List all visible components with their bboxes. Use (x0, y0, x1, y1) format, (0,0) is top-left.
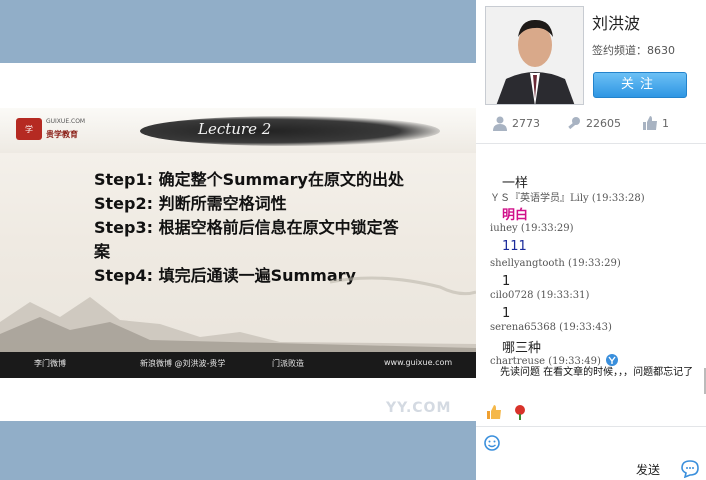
mountain-painting (0, 276, 476, 352)
chat-message-text: 先读问题 在看文章的时候，，，问题都忘记了 (500, 367, 694, 378)
chat-message-text: 1 (502, 274, 511, 289)
footer-item: www.guixue.com (384, 358, 453, 367)
thumbs-up-icon[interactable] (486, 404, 502, 420)
chat-message-meta: shellyangtooth (19:33:29) (490, 258, 621, 269)
stat-value: 1 (662, 116, 669, 130)
slide-header: 学 GUIXUE.COM 贵学教育 Lecture 2 (0, 108, 476, 153)
logo-name: 贵学教育 (46, 130, 78, 139)
lecture-title: Lecture 2 (198, 120, 272, 138)
stat-tools: 22605 (566, 114, 621, 132)
panel-divider (476, 143, 706, 144)
stat-people: 2773 (492, 114, 540, 132)
wrench-icon (568, 117, 580, 130)
yy-watermark: YY.COM (386, 400, 452, 416)
channel-number: 签约频道：8630 (592, 44, 675, 57)
emoji-icon[interactable] (484, 435, 502, 453)
video-bottom-background (0, 421, 476, 480)
stat-value: 22605 (586, 116, 621, 130)
person-icon (493, 116, 507, 131)
step-3: Step3: 根据空格前后信息在原文中锁定答案 (94, 218, 399, 261)
side-panel: 刘洪波 签约频道：8630 关注 2773 22605 1 一样 ＹＳ『英语学员… (476, 0, 706, 480)
chat-input-area[interactable]: 发送 (476, 426, 706, 480)
stat-value: 2773 (512, 116, 540, 130)
teacher-avatar[interactable] (485, 6, 584, 105)
chat-message-text: 111 (502, 239, 527, 254)
chat-toolbar (476, 400, 706, 424)
avatar-image (486, 7, 583, 104)
follow-button[interactable]: 关注 (593, 72, 687, 98)
chat-message-text: 1 (502, 306, 511, 321)
flower-icon[interactable] (512, 404, 528, 420)
teacher-name: 刘洪波 (592, 14, 641, 33)
logo-domain: GUIXUE.COM (46, 118, 86, 125)
chat-message-meta: cilo0728 (19:33:31) (490, 290, 590, 301)
footer-item: 李门微博 (34, 359, 66, 368)
chat-message-meta: ＹＳ『英语学员』Lily (19:33:28) (490, 193, 645, 204)
ink-brush-stroke (140, 116, 440, 146)
video-top-background (0, 0, 476, 63)
verified-badge-icon (606, 354, 619, 366)
chat-bubble-icon[interactable] (681, 460, 699, 478)
stat-likes: 1 (642, 114, 669, 132)
logo-badge: 学 (16, 118, 42, 140)
thumbs-up-icon (643, 116, 657, 130)
chat-message-meta: iuhey (19:33:29) (490, 223, 574, 234)
slide-footer: 李门微博 新浪微博 @刘洪波-贵学 门派败造 www.guixue.com (0, 352, 476, 378)
footer-item: 门派败造 (272, 359, 304, 368)
chat-message-text: 明白 (502, 208, 529, 223)
chat-message-meta: serena65368 (19:33:43) (490, 322, 612, 333)
step-2: Step2: 判断所需空格词性 (94, 194, 287, 213)
step-1: Step1: 确定整个Summary在原文的出处 (94, 170, 404, 189)
footer-item: 新浪微博 @刘洪波-贵学 (140, 359, 226, 368)
send-button[interactable]: 发送 (636, 461, 660, 478)
lecture-slide: 学 GUIXUE.COM 贵学教育 Lecture 2 Step1: 确定整个S… (0, 108, 476, 378)
guixue-logo: 学 GUIXUE.COM 贵学教育 (16, 116, 96, 144)
